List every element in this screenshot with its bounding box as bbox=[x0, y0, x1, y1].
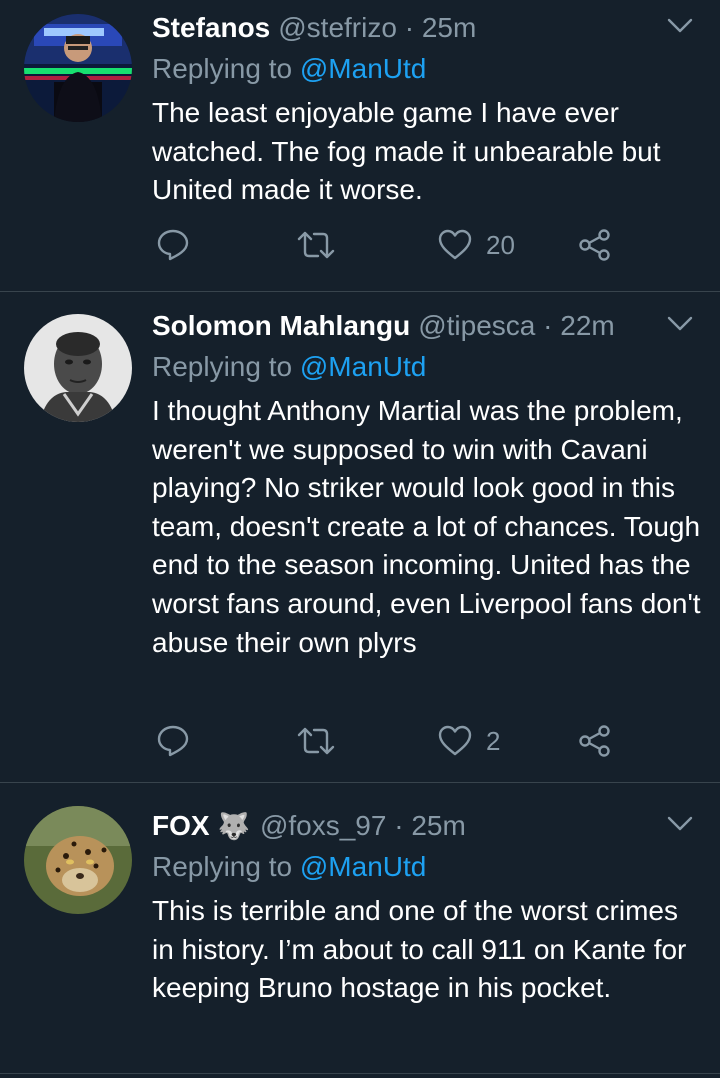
replying-prefix: Replying to bbox=[152, 53, 293, 84]
reply-icon bbox=[157, 725, 189, 757]
retweet-icon bbox=[297, 727, 335, 755]
wolf-emoji-icon: 🐺 bbox=[217, 811, 250, 841]
reply-icon bbox=[157, 229, 189, 261]
replying-to-link[interactable]: @ManUtd bbox=[300, 851, 426, 882]
timestamp[interactable]: 25m bbox=[422, 8, 476, 48]
share-icon bbox=[579, 229, 610, 261]
user-handle[interactable]: @stefrizo bbox=[278, 8, 397, 48]
tweet-card[interactable]: FOX 🐺 @foxs_97 · 25m Replying to @ManUtd… bbox=[0, 798, 720, 1074]
reply-button[interactable] bbox=[156, 724, 190, 758]
action-bar: 20 bbox=[0, 228, 720, 268]
retweet-button[interactable] bbox=[296, 724, 336, 758]
like-icon bbox=[438, 229, 472, 260]
avatar[interactable] bbox=[24, 806, 132, 914]
retweet-icon bbox=[297, 231, 335, 259]
like-button[interactable]: 2 bbox=[438, 724, 500, 758]
replying-to: Replying to @ManUtd bbox=[152, 848, 426, 886]
separator-dot: · bbox=[396, 12, 422, 43]
replying-to: Replying to @ManUtd bbox=[152, 50, 426, 88]
user-handle[interactable]: @tipesca bbox=[418, 306, 535, 346]
action-bar: 2 bbox=[0, 724, 720, 764]
like-count: 2 bbox=[486, 725, 501, 756]
retweet-button[interactable] bbox=[296, 228, 336, 262]
replying-prefix: Replying to bbox=[152, 851, 293, 882]
replying-prefix: Replying to bbox=[152, 351, 293, 382]
tweet-card[interactable]: Stefanos @stefrizo · 25m Replying to @Ma… bbox=[0, 0, 720, 292]
display-name[interactable]: FOX bbox=[152, 806, 210, 846]
replying-to-link[interactable]: @ManUtd bbox=[300, 53, 426, 84]
chevron-down-icon[interactable] bbox=[666, 310, 694, 338]
replying-to: Replying to @ManUtd bbox=[152, 348, 426, 386]
tweet-card[interactable]: Solomon Mahlangu @tipesca · 22m Replying… bbox=[0, 298, 720, 783]
share-icon bbox=[579, 725, 610, 757]
replying-to-link[interactable]: @ManUtd bbox=[300, 351, 426, 382]
display-name[interactable]: Solomon Mahlangu bbox=[152, 306, 410, 346]
like-icon bbox=[438, 725, 472, 756]
chevron-down-icon[interactable] bbox=[666, 12, 694, 40]
tweet-text: The least enjoyable game I have ever wat… bbox=[152, 97, 661, 206]
user-handle[interactable]: @foxs_97 bbox=[260, 806, 387, 846]
reply-button[interactable] bbox=[156, 228, 190, 262]
separator-dot: · bbox=[386, 810, 412, 841]
share-button[interactable] bbox=[578, 228, 612, 262]
like-count: 20 bbox=[486, 229, 515, 260]
display-name[interactable]: Stefanos bbox=[152, 8, 270, 48]
avatar[interactable] bbox=[24, 314, 132, 422]
tweet-text: This is terrible and one of the worst cr… bbox=[152, 895, 687, 1004]
avatar[interactable] bbox=[24, 14, 132, 122]
tweet-text: I thought Anthony Martial was the proble… bbox=[152, 395, 701, 658]
like-button[interactable]: 20 bbox=[438, 228, 515, 262]
timestamp[interactable]: 25m bbox=[411, 806, 465, 846]
separator-dot: · bbox=[535, 310, 561, 341]
share-button[interactable] bbox=[578, 724, 612, 758]
timestamp[interactable]: 22m bbox=[560, 306, 614, 346]
chevron-down-icon[interactable] bbox=[666, 810, 694, 838]
